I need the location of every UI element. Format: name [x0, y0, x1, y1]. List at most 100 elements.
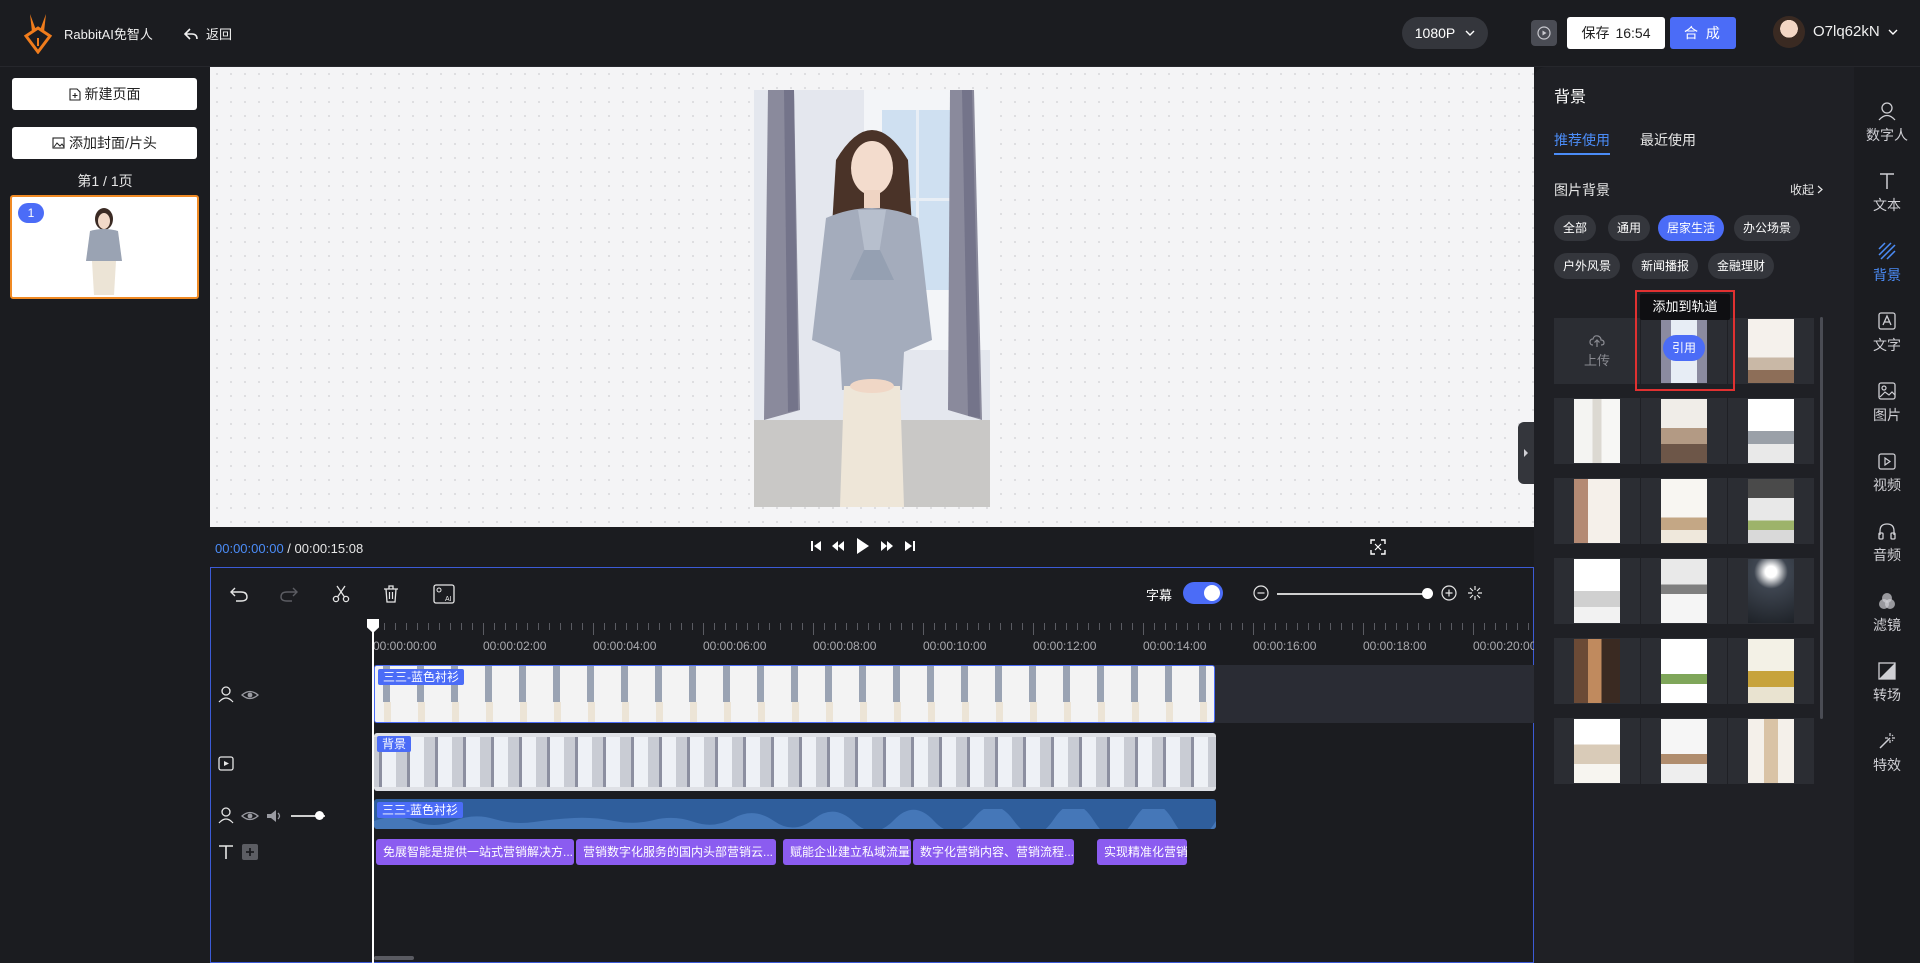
rabbit-logo-icon[interactable] — [22, 12, 54, 54]
split-button[interactable] — [329, 582, 353, 606]
skip-end-icon[interactable] — [904, 539, 916, 553]
tool-image[interactable]: 图片 — [1854, 373, 1920, 433]
ruler-label: 00:00:00:00 — [373, 639, 437, 653]
filter-icon — [1879, 593, 1895, 609]
zoom-in-icon[interactable] — [1441, 585, 1457, 601]
panel-collapse-handle[interactable] — [1518, 422, 1534, 484]
volume-icon[interactable] — [265, 807, 283, 825]
tool-avatar[interactable]: 数字人 — [1854, 93, 1920, 153]
undo-button[interactable] — [227, 582, 251, 606]
background-thumbnail[interactable] — [1641, 478, 1727, 544]
zoom-out-icon[interactable] — [1253, 585, 1269, 601]
cloud-upload-icon — [1589, 334, 1605, 347]
subtitle-clip[interactable]: 数字化营销内容、营销流程... — [913, 839, 1074, 865]
delete-button[interactable] — [379, 582, 403, 606]
add-cover-button[interactable]: 添加封面/片头 — [12, 127, 197, 159]
chevron-down-icon — [1465, 30, 1475, 36]
chip-all[interactable]: 全部 — [1554, 215, 1597, 241]
tool-effects[interactable]: 特效 — [1854, 723, 1920, 783]
upload-button[interactable]: 上传 — [1554, 318, 1640, 384]
background-thumbnail[interactable] — [1728, 318, 1814, 384]
background-thumbnail[interactable] — [1728, 478, 1814, 544]
video-stage[interactable] — [754, 90, 990, 507]
background-thumbnail[interactable] — [1641, 718, 1727, 784]
chip-general[interactable]: 通用 — [1608, 215, 1651, 241]
preview-canvas[interactable] — [210, 67, 1534, 527]
tab-recommended[interactable]: 推荐使用 — [1554, 130, 1610, 155]
tool-background[interactable]: 背景 — [1854, 233, 1920, 293]
compose-button[interactable]: 合 成 — [1670, 17, 1736, 49]
background-thumbnail[interactable] — [1728, 558, 1814, 624]
new-page-button[interactable]: 新建页面 — [12, 78, 197, 110]
user-avatar[interactable] — [1773, 16, 1805, 48]
background-thumbnail[interactable] — [1554, 398, 1640, 464]
fast-forward-icon[interactable] — [880, 539, 894, 553]
subtitle-toggle[interactable] — [1183, 582, 1223, 604]
avatar-clip[interactable]: 三三-蓝色衬衫 — [374, 665, 1215, 723]
skip-start-icon[interactable] — [810, 539, 822, 553]
ruler-tick — [1440, 623, 1441, 630]
background-thumbnail[interactable] — [1728, 398, 1814, 464]
zoom-slider-track[interactable] — [1277, 593, 1427, 595]
play-circle-icon — [1537, 26, 1551, 40]
video-track-icon — [218, 756, 234, 771]
subtitle-clip[interactable]: 实现精准化营销 — [1097, 839, 1187, 865]
chip-outdoor[interactable]: 户外风景 — [1554, 253, 1621, 279]
audio-clip[interactable]: 三三-蓝色衬衫 — [374, 799, 1216, 829]
volume-slider-handle[interactable] — [315, 811, 324, 820]
background-clip[interactable]: 背景 — [374, 733, 1216, 791]
background-thumbnail[interactable] — [1641, 558, 1727, 624]
chip-finance[interactable]: 金融理财 — [1708, 253, 1775, 279]
save-button[interactable]: 保存 16:54 — [1567, 17, 1665, 49]
chip-home-life[interactable]: 居家生活 — [1658, 215, 1725, 241]
resolution-select[interactable]: 1080P — [1402, 17, 1488, 49]
add-subtitle-icon[interactable] — [241, 843, 259, 861]
eye-icon[interactable] — [241, 686, 259, 704]
tool-audio[interactable]: 音频 — [1854, 513, 1920, 573]
ruler-tick — [1374, 623, 1375, 630]
background-thumbnail[interactable] — [1641, 398, 1727, 464]
back-button[interactable]: 返回 — [184, 24, 232, 43]
collapse-button[interactable]: 收起 — [1790, 181, 1824, 198]
rewind-icon[interactable] — [831, 539, 845, 553]
ruler-tick — [824, 623, 825, 630]
tool-caption[interactable]: 文字 — [1854, 303, 1920, 363]
background-thumbnail[interactable] — [1554, 478, 1640, 544]
resolution-value: 1080P — [1414, 25, 1456, 41]
fit-timeline-icon[interactable] — [1467, 585, 1483, 601]
background-thumbnail[interactable] — [1554, 558, 1640, 624]
time-ruler[interactable]: 00:00:00:00 00:00:02:00 00:00:04:00 00:00:0… — [371, 620, 1536, 653]
zoom-slider-handle[interactable] — [1422, 588, 1433, 599]
chip-news[interactable]: 新闻播报 — [1632, 253, 1699, 279]
tool-video[interactable]: 视频 — [1854, 443, 1920, 503]
ruler-tick — [1462, 623, 1463, 630]
background-thumbnail[interactable] — [1641, 638, 1727, 704]
subtitle-toggle-label: 字幕 — [1146, 588, 1173, 603]
fullscreen-icon[interactable] — [1370, 539, 1386, 555]
bg-image — [1748, 559, 1794, 623]
background-thumbnail[interactable] — [1554, 718, 1640, 784]
background-thumbnail[interactable] — [1554, 638, 1640, 704]
background-thumbnail[interactable] — [1728, 718, 1814, 784]
tool-filter[interactable]: 滤镜 — [1854, 583, 1920, 643]
tab-recent[interactable]: 最近使用 — [1640, 130, 1696, 150]
chip-office[interactable]: 办公场景 — [1734, 215, 1801, 241]
use-background-button[interactable]: 引用 — [1663, 335, 1705, 361]
subtitle-clip[interactable]: 赋能企业建立私域流量池 — [783, 839, 911, 865]
play-icon[interactable] — [856, 537, 870, 555]
preview-play-button[interactable] — [1531, 20, 1557, 46]
panel-scrollbar[interactable] — [1820, 317, 1823, 719]
background-thumbnail[interactable] — [1728, 638, 1814, 704]
subtitle-clip[interactable]: 营销数字化服务的国内头部营销云... — [576, 839, 776, 865]
tool-text[interactable]: 文本 — [1854, 163, 1920, 223]
redo-button[interactable] — [277, 582, 301, 606]
ruler-tick — [912, 623, 913, 630]
timeline-scrollbar[interactable] — [374, 956, 414, 960]
ruler-tick — [1088, 623, 1089, 630]
tool-transition[interactable]: 转场 — [1854, 653, 1920, 713]
eye-icon[interactable] — [241, 807, 259, 825]
ai-tool-button[interactable]: AI — [431, 582, 457, 606]
subtitle-clip[interactable]: 免展智能是提供一站式营销解决方... — [376, 839, 574, 865]
page-thumbnail[interactable]: 1 — [10, 195, 199, 299]
user-menu[interactable]: O7lq62kN — [1813, 23, 1898, 40]
